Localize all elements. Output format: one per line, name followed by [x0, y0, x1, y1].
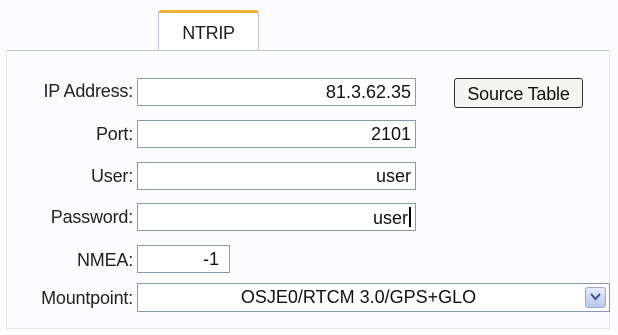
source-table-button[interactable]: Source Table	[454, 78, 583, 108]
password-input[interactable]: user	[137, 203, 416, 231]
user-label: User:	[90, 166, 133, 186]
tab-ntrip-label: NTRIP	[182, 23, 235, 43]
ntrip-settings-window: NTRIP IP Address: 81.3.62.35 Source Tabl…	[0, 0, 618, 335]
password-label: Password:	[50, 207, 133, 227]
tab-ntrip[interactable]: NTRIP	[158, 10, 259, 50]
user-input[interactable]: user	[137, 162, 416, 190]
nmea-label: NMEA:	[76, 250, 133, 270]
password-value: user	[372, 208, 408, 228]
text-caret	[409, 207, 411, 227]
nmea-input[interactable]: -1	[137, 245, 230, 273]
chevron-down-icon[interactable]	[585, 287, 606, 308]
mountpoint-label: Mountpoint:	[41, 288, 133, 308]
ip-address-label: IP Address:	[43, 81, 133, 101]
mountpoint-select[interactable]: OSJE0/RTCM 3.0/GPS+GLO	[137, 283, 610, 312]
ip-address-input[interactable]: 81.3.62.35	[137, 78, 416, 106]
mountpoint-value: OSJE0/RTCM 3.0/GPS+GLO	[240, 287, 477, 307]
port-input[interactable]: 2101	[137, 120, 416, 148]
port-label: Port:	[95, 124, 133, 144]
